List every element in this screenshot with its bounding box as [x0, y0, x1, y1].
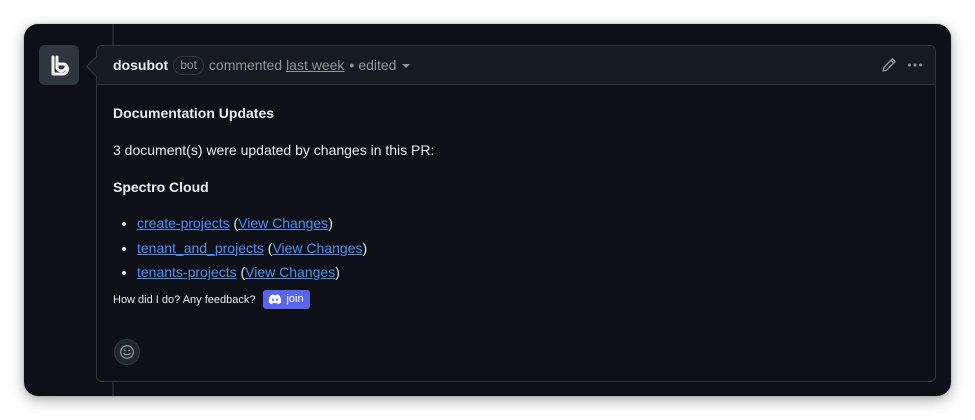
list-item: create-projects (View Changes)	[137, 215, 919, 231]
edited-label: edited	[358, 57, 397, 73]
comment-actions	[881, 46, 923, 84]
doc-link-tenants-projects[interactable]: tenants-projects	[137, 264, 237, 280]
kebab-horizontal-icon	[908, 63, 922, 67]
doc-link-create-projects[interactable]: create-projects	[137, 215, 230, 231]
doc-list: create-projects (View Changes) tenant_an…	[113, 215, 919, 280]
comment-timestamp[interactable]: last week	[286, 57, 344, 73]
feedback-prompt: How did I do? Any feedback?	[113, 293, 256, 306]
avatar[interactable]	[39, 45, 79, 85]
feedback-row: How did I do? Any feedback? join	[113, 290, 919, 309]
view-changes-link[interactable]: View Changes	[245, 264, 335, 280]
triangle-down-icon	[402, 64, 411, 68]
view-changes-link[interactable]: View Changes	[238, 215, 328, 231]
app-window: dosubot bot commented last week • edited	[24, 24, 951, 396]
join-label: join	[286, 293, 304, 305]
doc-link-tenant-and-projects[interactable]: tenant_and_projects	[137, 240, 264, 256]
pencil-icon	[882, 58, 896, 72]
view-changes-link[interactable]: View Changes	[272, 240, 362, 256]
comment-box: dosubot bot commented last week • edited	[85, 45, 936, 382]
discord-icon	[269, 294, 282, 305]
edit-button[interactable]	[881, 57, 897, 73]
more-options-button[interactable]	[907, 57, 923, 73]
doc-updates-heading: Documentation Updates	[113, 105, 275, 121]
smiley-icon	[120, 345, 134, 359]
comment-author[interactable]: dosubot	[113, 57, 168, 73]
update-summary: 3 document(s) were updated by changes in…	[113, 142, 435, 158]
list-item: tenants-projects (View Changes)	[137, 264, 919, 280]
discord-join-button[interactable]: join	[263, 290, 310, 309]
section-heading: Spectro Cloud	[113, 179, 209, 195]
add-reaction-button[interactable]	[114, 339, 140, 365]
comment-header: dosubot bot commented last week • edited	[97, 46, 935, 85]
edited-dropdown[interactable]: edited	[358, 57, 411, 73]
comment-body: Documentation Updates 3 document(s) were…	[97, 85, 935, 309]
separator-dot: •	[349, 57, 355, 73]
list-item: tenant_and_projects (View Changes)	[137, 240, 919, 256]
comment-action: commented	[208, 57, 283, 73]
dosubot-logo-icon	[47, 53, 71, 77]
bot-badge: bot	[173, 55, 204, 75]
